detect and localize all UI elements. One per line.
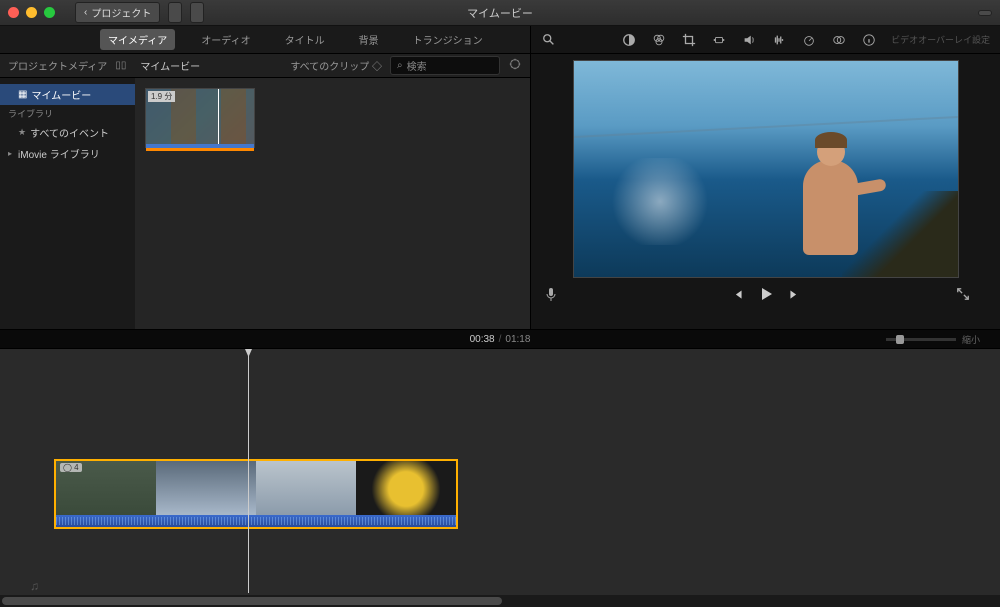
disclosure-triangle-icon: ▸ bbox=[8, 149, 12, 158]
browser-header: プロジェクトメディア ▯▯ マイムービー すべてのクリップ ◇ ⌕ 検索 bbox=[0, 54, 530, 78]
clip-browser-area[interactable]: 1.9 分 bbox=[135, 78, 530, 329]
timeline-clip[interactable]: ◯ 4 bbox=[54, 459, 458, 529]
timecode-separator: / bbox=[499, 334, 502, 345]
timeline-playhead[interactable] bbox=[248, 349, 249, 593]
timecode-bar: 00:38 / 01:18 縮小 bbox=[0, 329, 1000, 349]
clip-duration-badge: 1.9 分 bbox=[148, 91, 175, 102]
color-correction-icon[interactable] bbox=[651, 32, 667, 48]
clip-used-indicator bbox=[146, 148, 254, 151]
fullscreen-button[interactable] bbox=[956, 287, 986, 304]
viewer-panel bbox=[530, 54, 1000, 329]
timeline-scrollbar[interactable] bbox=[0, 595, 1000, 607]
viewer-tool-disabled-text: ビデオオーバーレイ設定 bbox=[891, 33, 990, 46]
media-browser: プロジェクトメディア ▯▯ マイムービー すべてのクリップ ◇ ⌕ 検索 ▦ マ… bbox=[0, 54, 530, 329]
tab-audio[interactable]: オーディオ bbox=[193, 29, 258, 50]
viewer-toolbar: ビデオオーバーレイ設定 bbox=[530, 26, 1000, 53]
noise-reduction-icon[interactable] bbox=[771, 32, 787, 48]
clip-skimmer-playhead bbox=[218, 89, 219, 147]
speed-icon[interactable] bbox=[801, 32, 817, 48]
close-window-button[interactable] bbox=[8, 7, 19, 18]
clip-thumbnail[interactable]: 1.9 分 bbox=[145, 88, 255, 148]
media-tabs-row: マイメディア オーディオ タイトル 背景 トランジション ビデオオーバーレイ設定 bbox=[0, 26, 1000, 54]
zoom-window-button[interactable] bbox=[44, 7, 55, 18]
search-input[interactable]: ⌕ 検索 bbox=[390, 56, 500, 75]
download-media-button[interactable] bbox=[190, 2, 204, 23]
timeline-zoom-control: 縮小 bbox=[886, 333, 980, 346]
search-placeholder: 検索 bbox=[407, 58, 427, 73]
next-frame-button[interactable] bbox=[788, 288, 801, 304]
sidebar-section-library: ライブラリ bbox=[0, 105, 135, 122]
play-button[interactable] bbox=[758, 286, 774, 305]
tab-backgrounds[interactable]: 背景 bbox=[351, 29, 387, 50]
zoom-label[interactable]: 縮小 bbox=[962, 333, 980, 346]
share-button[interactable] bbox=[978, 10, 992, 16]
sidebar-item-my-movie[interactable]: ▦ マイムービー bbox=[0, 84, 135, 105]
clip-filter-icon[interactable] bbox=[831, 32, 847, 48]
volume-icon[interactable] bbox=[741, 32, 757, 48]
stabilization-icon[interactable] bbox=[711, 32, 727, 48]
window-controls bbox=[8, 7, 55, 18]
music-well-icon[interactable]: ♫ bbox=[30, 579, 39, 593]
sidebar-item-imovie-library[interactable]: ▸ iMovie ライブラリ bbox=[0, 143, 135, 164]
timeline-frame bbox=[156, 461, 256, 517]
tab-titles[interactable]: タイトル bbox=[277, 29, 333, 50]
back-label: プロジェクト bbox=[91, 5, 151, 20]
clip-filter-dropdown[interactable]: すべてのクリップ ◇ bbox=[290, 58, 382, 73]
minimize-window-button[interactable] bbox=[26, 7, 37, 18]
viewer-video[interactable] bbox=[573, 60, 959, 278]
library-sidebar: ▦ マイムービー ライブラリ ★ すべてのイベント ▸ iMovie ライブラリ bbox=[0, 78, 135, 329]
voiceover-button[interactable] bbox=[545, 287, 575, 304]
timeline[interactable]: ◯ 4 ♫ bbox=[0, 349, 1000, 607]
clapper-icon: ▦ bbox=[18, 89, 27, 100]
zoom-slider[interactable] bbox=[886, 338, 956, 341]
timeline-frame bbox=[256, 461, 356, 517]
main-area: プロジェクトメディア ▯▯ マイムービー すべてのクリップ ◇ ⌕ 検索 ▦ マ… bbox=[0, 54, 1000, 329]
browser-title: マイムービー bbox=[140, 58, 200, 73]
timecode-current: 00:38 bbox=[470, 334, 495, 345]
tab-my-media[interactable]: マイメディア bbox=[100, 29, 175, 50]
star-icon: ★ bbox=[18, 127, 26, 138]
timecode-total: 01:18 bbox=[505, 334, 530, 345]
zoom-search-icon[interactable] bbox=[541, 32, 557, 48]
prev-frame-button[interactable] bbox=[731, 288, 744, 304]
tab-transitions[interactable]: トランジション bbox=[405, 29, 491, 50]
sidebar-item-all-events[interactable]: ★ すべてのイベント bbox=[0, 122, 135, 143]
browser-settings-icon[interactable] bbox=[508, 57, 522, 74]
timeline-clip-badge: ◯ 4 bbox=[60, 463, 82, 472]
browser-view-toggle[interactable]: ▯▯ bbox=[115, 60, 126, 71]
window-title: マイムービー bbox=[467, 5, 533, 21]
timeline-frame bbox=[356, 461, 456, 517]
timeline-scrollbar-thumb[interactable] bbox=[2, 597, 502, 605]
info-icon[interactable] bbox=[861, 32, 877, 48]
zoom-slider-thumb[interactable] bbox=[896, 335, 904, 344]
search-icon: ⌕ bbox=[397, 60, 403, 71]
color-balance-icon[interactable] bbox=[621, 32, 637, 48]
titlebar: ‹ プロジェクト マイムービー bbox=[0, 0, 1000, 26]
import-media-button[interactable] bbox=[168, 2, 182, 23]
viewer-controls bbox=[543, 278, 988, 305]
back-to-projects-button[interactable]: ‹ プロジェクト bbox=[75, 2, 160, 23]
chevron-left-icon: ‹ bbox=[84, 7, 87, 18]
crop-icon[interactable] bbox=[681, 32, 697, 48]
browser-section-label: プロジェクトメディア bbox=[8, 58, 107, 73]
timeline-clip-audio-waveform[interactable] bbox=[56, 515, 456, 527]
